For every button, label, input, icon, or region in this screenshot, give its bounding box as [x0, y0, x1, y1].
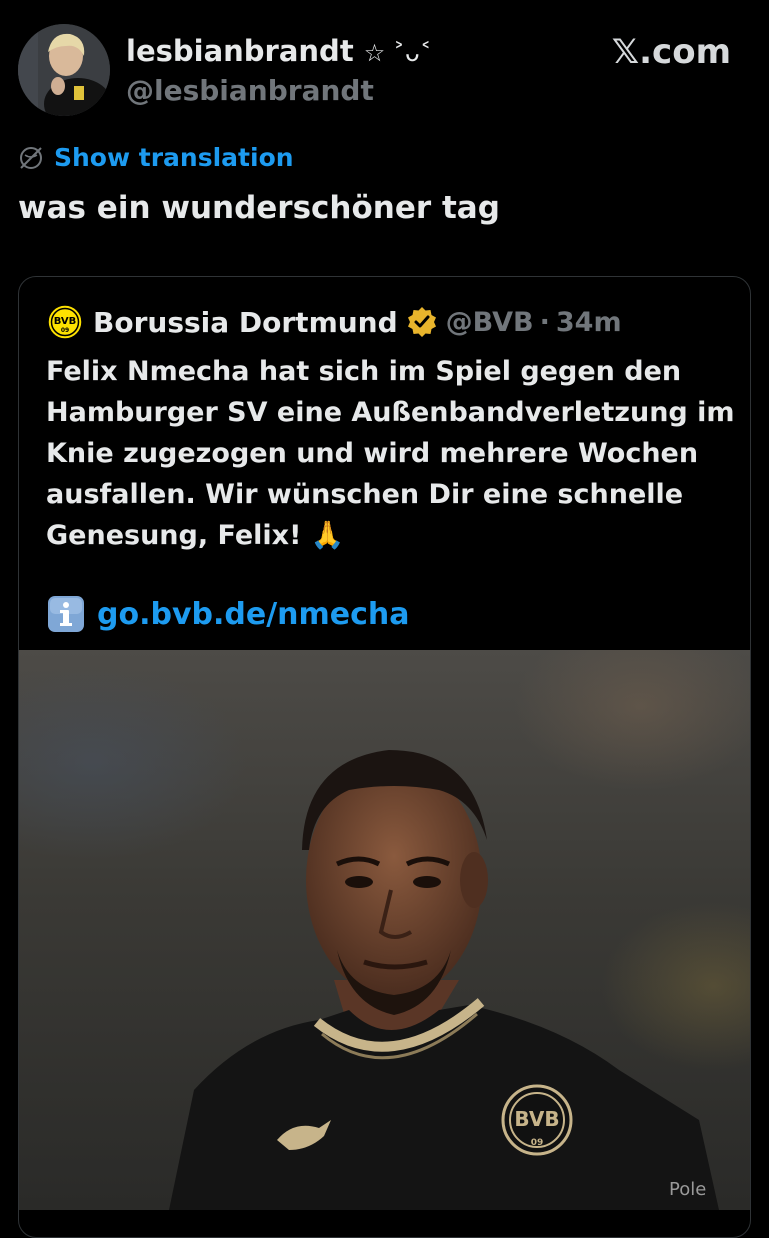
quoted-tweet-text: Felix Nmecha hat sich im Spiel gegen den… [46, 356, 735, 551]
quoted-tweet-photo[interactable]: BVB 09 Pole [19, 650, 750, 1210]
show-translation-label: Show translation [54, 143, 294, 172]
bvb-logo: BVB 09 [47, 304, 83, 340]
author-display-name[interactable]: lesbianbrandt ☆ ˃ᴗ˂ [126, 32, 432, 72]
photo-sponsor-text: Pole [669, 1179, 706, 1200]
player-photo: BVB 09 Pole [169, 750, 719, 1210]
author-names: lesbianbrandt ☆ ˃ᴗ˂ @lesbianbrandt [126, 32, 432, 110]
quoted-link[interactable]: go.bvb.de/nmecha [47, 595, 410, 633]
x-brand-label: 𝕏.com [611, 32, 731, 72]
avatar[interactable] [18, 24, 110, 116]
show-translation-link[interactable]: Show translation [18, 143, 294, 172]
quoted-link-text: go.bvb.de/nmecha [97, 596, 410, 632]
quoted-timestamp[interactable]: 34m [556, 307, 622, 338]
author-name-text: lesbianbrandt [126, 34, 354, 68]
author-handle[interactable]: @lesbianbrandt [126, 72, 432, 110]
photo-crest-subtext: 09 [531, 1138, 544, 1148]
quoted-tweet-card[interactable]: BVB 09 Borussia Dortmund @BVB · 34m Feli… [18, 276, 751, 1238]
verified-badge-icon [407, 307, 436, 337]
meta-separator: · [539, 306, 550, 338]
photo-crest-text: BVB [514, 1107, 559, 1131]
avatar-photo [18, 24, 110, 116]
bvb-logo-text: BVB [54, 316, 77, 327]
translate-globe-icon [20, 146, 42, 169]
bvb-logo-subtext: 09 [61, 327, 69, 334]
tweet-header: lesbianbrandt ☆ ˃ᴗ˂ @lesbianbrandt 𝕏.com [18, 24, 751, 119]
info-icon [48, 596, 84, 632]
author-name-decoration: ☆ ˃ᴗ˂ [363, 39, 432, 67]
quoted-tweet-header: BVB 09 Borussia Dortmund @BVB · 34m [47, 304, 622, 340]
quoted-author-name[interactable]: Borussia Dortmund [93, 306, 398, 339]
quoted-author-handle[interactable]: @BVB [446, 307, 534, 338]
tweet-text: was ein wunderschöner tag [18, 190, 500, 226]
